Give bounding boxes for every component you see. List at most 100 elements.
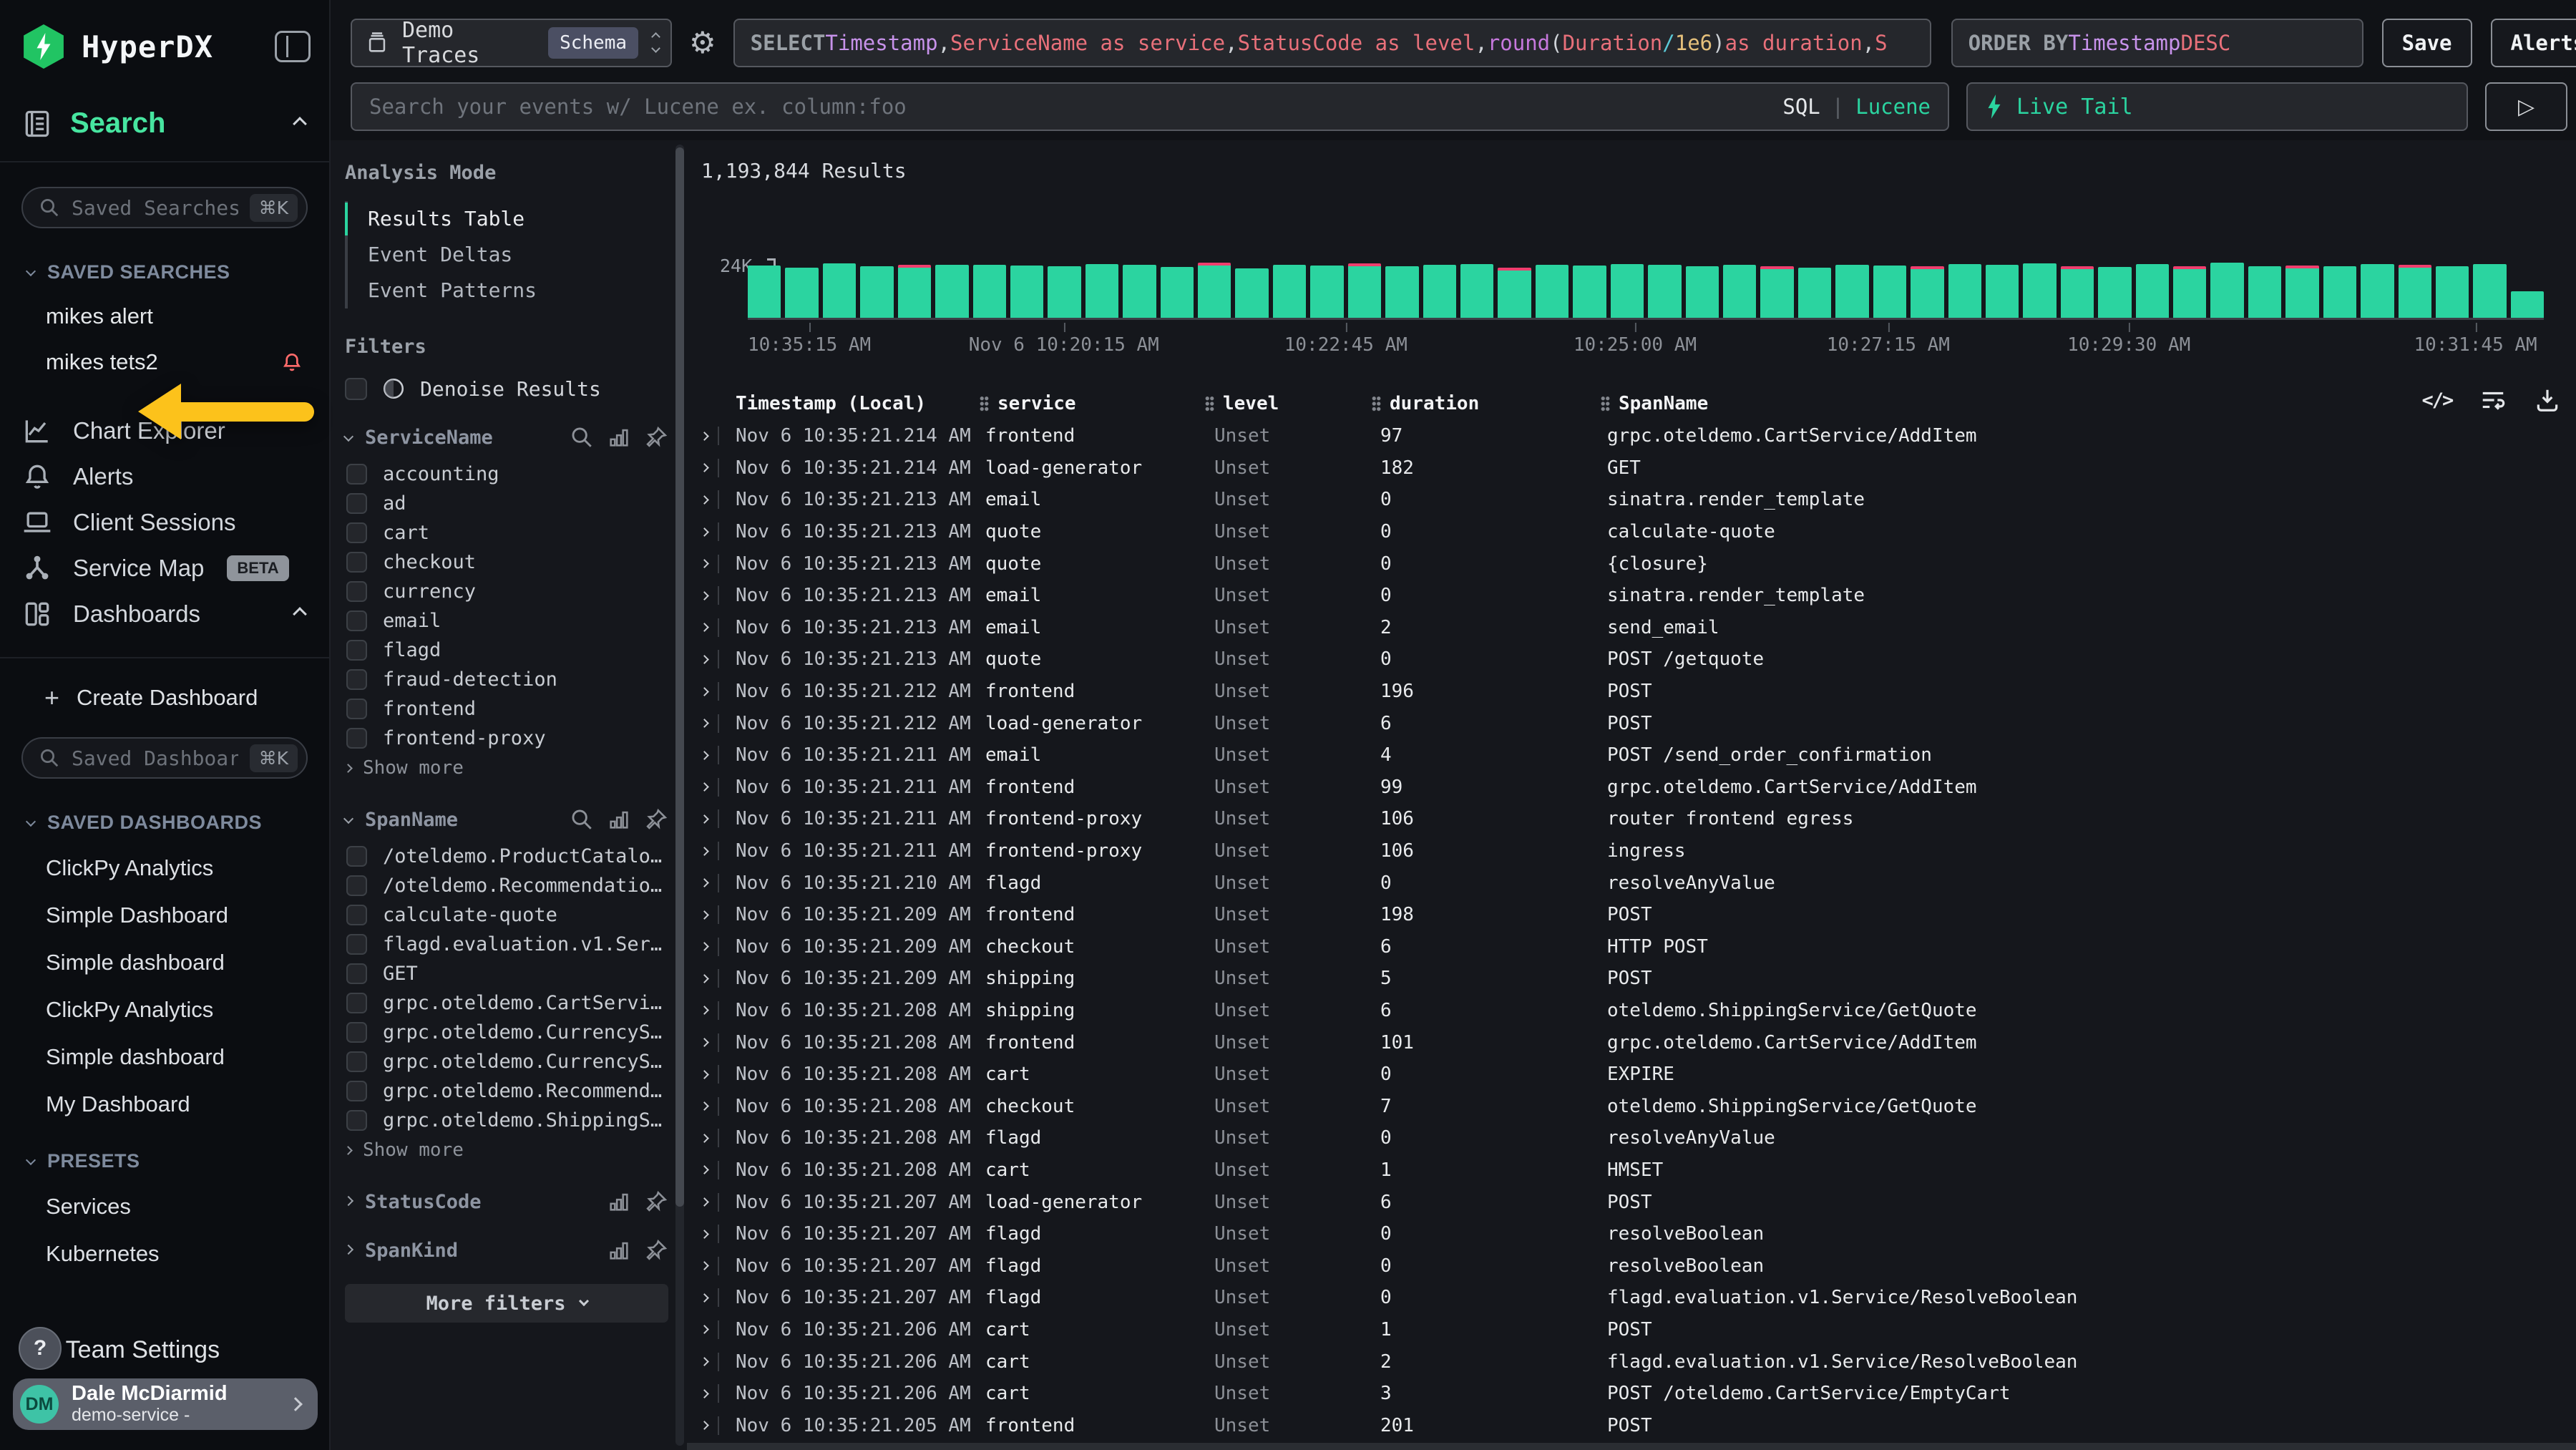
table-row[interactable]: Nov 6 10:35:21.208 AM flagd Unset 0 reso… bbox=[687, 1122, 2576, 1154]
filters-scrollbar-thumb[interactable] bbox=[675, 147, 684, 1207]
histogram-bar[interactable] bbox=[1123, 265, 1156, 318]
table-row[interactable]: Nov 6 10:35:21.212 AM frontend Unset 196… bbox=[687, 676, 2576, 708]
checkbox[interactable] bbox=[346, 669, 367, 690]
table-row[interactable]: Nov 6 10:35:21.209 AM frontend Unset 198… bbox=[687, 899, 2576, 931]
save-button[interactable]: Save bbox=[2382, 19, 2472, 67]
table-row[interactable]: Nov 6 10:35:21.213 AM email Unset 0 sina… bbox=[687, 580, 2576, 612]
drag-handle-icon[interactable] bbox=[1205, 396, 1214, 412]
table-row[interactable]: Nov 6 10:35:21.206 AM cart Unset 3 POST … bbox=[687, 1378, 2576, 1410]
table-row[interactable]: Nov 6 10:35:21.208 AM checkout Unset 7 o… bbox=[687, 1090, 2576, 1122]
checkbox[interactable] bbox=[346, 1022, 367, 1043]
table-row[interactable]: Nov 6 10:35:21.213 AM email Unset 2 send… bbox=[687, 612, 2576, 644]
table-row[interactable]: Nov 6 10:35:21.207 AM flagd Unset 0 reso… bbox=[687, 1218, 2576, 1250]
row-expander[interactable] bbox=[687, 1320, 736, 1339]
histogram-bar[interactable] bbox=[748, 266, 781, 318]
histogram-bar[interactable] bbox=[1948, 264, 1981, 318]
filter-group-spankind[interactable]: SpanKind bbox=[345, 1238, 668, 1262]
histogram-bar[interactable] bbox=[935, 265, 968, 318]
select-clause-input[interactable]: SELECT Timestamp, ServiceName as service… bbox=[733, 19, 1931, 67]
order-by-input[interactable]: ORDER BY Timestamp DESC bbox=[1951, 19, 2363, 67]
saved-search-item[interactable]: mikes tets2 bbox=[46, 349, 303, 375]
saved-searches-header[interactable]: SAVED SEARCHES bbox=[27, 261, 329, 283]
table-row[interactable]: Nov 6 10:35:21.207 AM flagd Unset 0 reso… bbox=[687, 1250, 2576, 1282]
row-expander[interactable] bbox=[687, 1097, 736, 1116]
filter-option[interactable]: grpc.oteldemo.CurrencyS… bbox=[346, 1018, 668, 1047]
row-expander[interactable] bbox=[687, 746, 736, 764]
filter-option[interactable]: grpc.oteldemo.ShippingS… bbox=[346, 1106, 668, 1135]
filter-group-servicename[interactable]: ServiceName bbox=[345, 425, 668, 449]
histogram-bar[interactable] bbox=[1198, 263, 1231, 318]
denoise-results-toggle[interactable]: Denoise Results bbox=[345, 376, 668, 401]
saved-dashboard-item[interactable]: Simple dashboard bbox=[46, 1044, 329, 1070]
row-expander[interactable] bbox=[687, 555, 736, 573]
histogram-bar[interactable] bbox=[1835, 265, 1868, 318]
filter-option[interactable]: flagd.evaluation.v1.Ser… bbox=[346, 930, 668, 959]
event-search-input[interactable]: Search your events w/ Lucene ex. column:… bbox=[351, 82, 1949, 131]
histogram-bar[interactable] bbox=[1460, 264, 1493, 318]
row-expander[interactable] bbox=[687, 459, 736, 477]
row-expander[interactable] bbox=[687, 1193, 736, 1212]
histogram-bar[interactable] bbox=[1235, 268, 1268, 318]
row-expander[interactable] bbox=[687, 809, 736, 828]
table-row[interactable]: Nov 6 10:35:21.210 AM flagd Unset 0 reso… bbox=[687, 867, 2576, 899]
table-row[interactable]: Nov 6 10:35:21.207 AM flagd Unset 0 flag… bbox=[687, 1282, 2576, 1314]
column-header-duration[interactable]: duration bbox=[1372, 393, 1601, 414]
histogram-bar[interactable] bbox=[1423, 265, 1456, 318]
query-language-toggle[interactable]: SQL | Lucene bbox=[1782, 94, 1931, 119]
histogram-bar[interactable] bbox=[1611, 264, 1644, 318]
row-expander[interactable] bbox=[687, 1065, 736, 1084]
table-row[interactable]: Nov 6 10:35:21.211 AM frontend Unset 99 … bbox=[687, 772, 2576, 804]
histogram-bar[interactable] bbox=[1536, 265, 1568, 318]
view-source-icon[interactable]: </> bbox=[2421, 389, 2452, 412]
histogram-bar[interactable] bbox=[2323, 266, 2356, 318]
filter-option[interactable]: ad bbox=[346, 489, 668, 518]
table-row[interactable]: Nov 6 10:35:21.205 AM frontend Unset 201… bbox=[687, 1409, 2576, 1441]
row-expander[interactable] bbox=[687, 522, 736, 541]
histogram-bar[interactable] bbox=[2061, 266, 2094, 318]
row-expander[interactable] bbox=[687, 427, 736, 445]
table-row[interactable]: Nov 6 10:35:21.208 AM frontend Unset 101… bbox=[687, 1026, 2576, 1059]
histogram-bar[interactable] bbox=[1760, 266, 1793, 318]
histogram-bar[interactable] bbox=[1573, 266, 1606, 318]
row-expander[interactable] bbox=[687, 1257, 736, 1275]
checkbox[interactable] bbox=[345, 378, 367, 400]
row-expander[interactable] bbox=[687, 714, 736, 733]
histogram-bar[interactable] bbox=[2136, 264, 2169, 318]
filter-option[interactable]: /oteldemo.Recommendatio… bbox=[346, 871, 668, 900]
table-row[interactable]: Nov 6 10:35:21.213 AM email Unset 0 sina… bbox=[687, 484, 2576, 516]
histogram-bar[interactable] bbox=[1048, 266, 1080, 318]
table-row[interactable]: Nov 6 10:35:21.213 AM quote Unset 0 {clo… bbox=[687, 548, 2576, 580]
column-header-level[interactable]: level bbox=[1205, 393, 1372, 414]
histogram-bar[interactable] bbox=[860, 266, 893, 318]
filter-option[interactable]: frontend bbox=[346, 694, 668, 724]
histogram-bar[interactable] bbox=[2399, 265, 2431, 318]
filter-option[interactable]: currency bbox=[346, 577, 668, 606]
preset-item[interactable]: Services bbox=[46, 1194, 329, 1220]
live-tail-button[interactable]: Live Tail bbox=[1966, 82, 2468, 131]
saved-search-item[interactable]: mikes alert bbox=[46, 303, 303, 329]
histogram-bar[interactable] bbox=[1648, 265, 1681, 318]
row-expander[interactable] bbox=[687, 650, 736, 668]
data-source-selector[interactable]: Demo Traces Schema bbox=[351, 19, 672, 67]
checkbox[interactable] bbox=[346, 552, 367, 573]
table-row[interactable]: Nov 6 10:35:21.208 AM shipping Unset 6 o… bbox=[687, 995, 2576, 1027]
checkbox[interactable] bbox=[346, 610, 367, 631]
checkbox[interactable] bbox=[346, 905, 367, 925]
saved-dashboards-header[interactable]: SAVED DASHBOARDS bbox=[27, 812, 329, 834]
histogram-bar[interactable] bbox=[823, 263, 856, 318]
table-row[interactable]: Nov 6 10:35:21.214 AM frontend Unset 97 … bbox=[687, 420, 2576, 452]
histogram-bar[interactable] bbox=[785, 268, 818, 318]
histogram-bar[interactable] bbox=[1723, 265, 1756, 318]
row-expander[interactable] bbox=[687, 1384, 736, 1403]
spanname-show-more[interactable]: Show more bbox=[345, 1135, 668, 1165]
histogram-bar[interactable] bbox=[2285, 266, 2318, 318]
row-expander[interactable] bbox=[687, 842, 736, 860]
histogram-bar[interactable] bbox=[2210, 263, 2243, 318]
row-expander[interactable] bbox=[687, 1416, 736, 1435]
checkbox[interactable] bbox=[346, 640, 367, 661]
filter-group-statuscode[interactable]: StatusCode bbox=[345, 1189, 668, 1214]
checkbox[interactable] bbox=[346, 581, 367, 602]
filter-option[interactable]: fraud-detection bbox=[346, 665, 668, 694]
bar-chart-icon[interactable] bbox=[607, 1238, 631, 1262]
filter-option[interactable]: grpc.oteldemo.CurrencyS… bbox=[346, 1047, 668, 1076]
